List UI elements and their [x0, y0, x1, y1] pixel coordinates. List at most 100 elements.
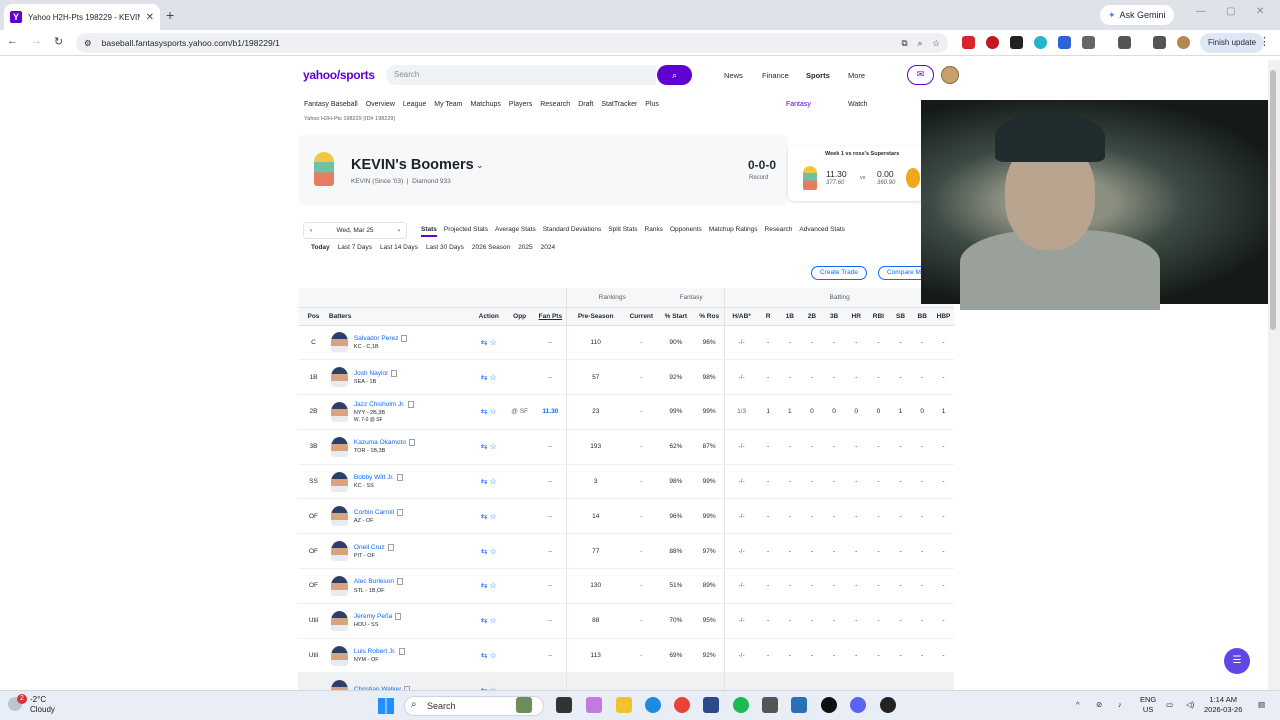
app-icon[interactable]	[703, 697, 719, 713]
tab-matchup-ratings[interactable]: Matchup Ratings	[709, 226, 758, 237]
swap-icon[interactable]: ⇆	[481, 442, 488, 451]
display-icon[interactable]: ▭	[1166, 700, 1173, 710]
scrollbar-thumb[interactable]	[1270, 70, 1276, 330]
star-icon[interactable]: ☆	[490, 581, 497, 590]
star-icon[interactable]: ☆	[490, 651, 497, 660]
column-header[interactable]: 2B	[801, 307, 823, 326]
volume-icon[interactable]: ◁)	[1186, 700, 1194, 710]
forward-icon[interactable]: →	[31, 35, 42, 47]
column-header[interactable]: % Ros	[693, 307, 725, 326]
subnav-research[interactable]: Research	[540, 101, 570, 108]
extension-icon[interactable]	[962, 36, 975, 49]
tab-standard-deviations[interactable]: Standard Deviations	[543, 226, 602, 237]
next-day-icon[interactable]: ›	[398, 223, 400, 238]
player-name-link[interactable]: Corbin Carroll	[354, 509, 394, 516]
swap-icon[interactable]: ⇆	[481, 651, 488, 660]
position-cell[interactable]: OF	[298, 498, 329, 535]
position-cell[interactable]: 1B	[298, 359, 329, 396]
swap-icon[interactable]: ⇆	[481, 512, 488, 521]
range-last-7[interactable]: Last 7 Days	[338, 244, 372, 251]
close-tab-icon[interactable]: ✕	[146, 12, 154, 23]
search-icon[interactable]: ⌕	[657, 65, 692, 85]
tab-ranks[interactable]: Ranks	[645, 226, 663, 237]
finish-update-button[interactable]: Finish update	[1200, 33, 1265, 53]
photos-icon[interactable]	[791, 697, 807, 713]
chrome-icon[interactable]	[674, 697, 690, 713]
tab-opponents[interactable]: Opponents	[670, 226, 702, 237]
swap-icon[interactable]: ⇆	[481, 477, 488, 486]
range-last-14[interactable]: Last 14 Days	[380, 244, 418, 251]
reading-list-icon[interactable]	[1153, 36, 1166, 49]
star-icon[interactable]: ☆	[490, 512, 497, 521]
subnav-overview[interactable]: Overview	[366, 101, 395, 108]
site-info-icon[interactable]: ⚙	[84, 38, 92, 49]
subnav-my-team[interactable]: My Team	[434, 101, 462, 108]
player-name-link[interactable]: Jeremy Peña	[354, 613, 392, 620]
player-note-icon[interactable]	[387, 543, 394, 551]
start-icon[interactable]	[378, 698, 394, 714]
swap-icon[interactable]: ⇆	[481, 373, 488, 382]
subnav-league[interactable]: League	[403, 101, 426, 108]
player-note-icon[interactable]	[398, 647, 405, 655]
copilot-icon[interactable]	[586, 697, 602, 713]
language-indicator[interactable]: ENG US	[1140, 695, 1156, 715]
range-today[interactable]: Today	[311, 244, 330, 251]
address-bar[interactable]: ⚙ baseball.fantasysports.yahoo.com/b1/19…	[76, 33, 948, 53]
player-name-link[interactable]: Luis Robert Jr.	[354, 648, 396, 655]
range-2025[interactable]: 2025	[518, 244, 532, 251]
file-explorer-icon[interactable]	[616, 697, 632, 713]
subnav-matchups[interactable]: Matchups	[471, 101, 501, 108]
position-cell[interactable]: C	[298, 325, 329, 361]
column-header[interactable]: SB	[889, 307, 912, 326]
widgets-icon[interactable]	[516, 697, 532, 713]
extension-icon[interactable]	[1058, 36, 1071, 49]
team-name[interactable]: KEVIN's Boomers	[351, 157, 474, 173]
position-cell[interactable]: 2B	[298, 394, 329, 430]
spotify-icon[interactable]	[733, 697, 749, 713]
microphone-icon[interactable]: ♪	[1118, 700, 1122, 710]
range-2026-season[interactable]: 2026 Season	[472, 244, 510, 251]
nav-finance[interactable]: Finance	[762, 71, 789, 80]
star-icon[interactable]: ☆	[490, 338, 497, 347]
column-header[interactable]: Current	[624, 307, 658, 326]
star-icon[interactable]: ☆	[490, 477, 497, 486]
install-icon[interactable]: ⧉	[902, 38, 908, 49]
extensions-puzzle-icon[interactable]	[1082, 36, 1095, 49]
extension-icon[interactable]	[986, 36, 999, 49]
nav-news[interactable]: News	[724, 71, 743, 80]
player-note-icon[interactable]	[397, 578, 404, 586]
swap-icon[interactable]: ⇆	[481, 338, 488, 347]
tab-projected-stats[interactable]: Projected Stats	[444, 226, 488, 237]
profile-avatar[interactable]	[1177, 36, 1190, 49]
column-header[interactable]: Fan Pts	[535, 307, 567, 326]
player-note-icon[interactable]	[407, 400, 414, 408]
extension-icon[interactable]	[1010, 36, 1023, 49]
discord-icon[interactable]	[850, 697, 866, 713]
player-name-link[interactable]: Jazz Chisholm Jr.	[354, 401, 405, 408]
create-trade-button[interactable]: Create Trade	[811, 266, 867, 280]
player-name-link[interactable]: Bobby Witt Jr.	[354, 474, 394, 481]
swap-icon[interactable]: ⇆	[481, 547, 488, 556]
star-icon[interactable]: ☆	[490, 407, 497, 416]
avatar[interactable]	[941, 66, 959, 84]
close-window-icon[interactable]: ✕	[1256, 6, 1264, 17]
player-note-icon[interactable]	[408, 439, 415, 447]
column-header[interactable]: BB	[911, 307, 934, 326]
extension-icon[interactable]	[1034, 36, 1047, 49]
column-header[interactable]: Action	[473, 307, 505, 326]
subnav-plus[interactable]: Plus	[645, 101, 659, 108]
column-header[interactable]: H/AB*	[724, 307, 758, 326]
star-icon[interactable]: ☆	[490, 616, 497, 625]
tab-stats[interactable]: Stats	[421, 226, 437, 237]
subnav-stattracker[interactable]: StatTracker	[601, 101, 637, 108]
notifications-icon[interactable]: ▤	[1258, 700, 1265, 710]
network-off-icon[interactable]: ⊘	[1096, 700, 1102, 710]
player-note-icon[interactable]	[391, 369, 398, 377]
position-cell[interactable]: 3B	[298, 429, 329, 465]
player-note-icon[interactable]	[401, 334, 408, 342]
player-name-link[interactable]: Kazuma Okamoto	[354, 439, 406, 446]
tab-split-stats[interactable]: Split Stats	[608, 226, 637, 237]
column-header[interactable]: 3B	[822, 307, 846, 326]
range-2024[interactable]: 2024	[541, 244, 555, 251]
column-header[interactable]: R	[757, 307, 779, 326]
